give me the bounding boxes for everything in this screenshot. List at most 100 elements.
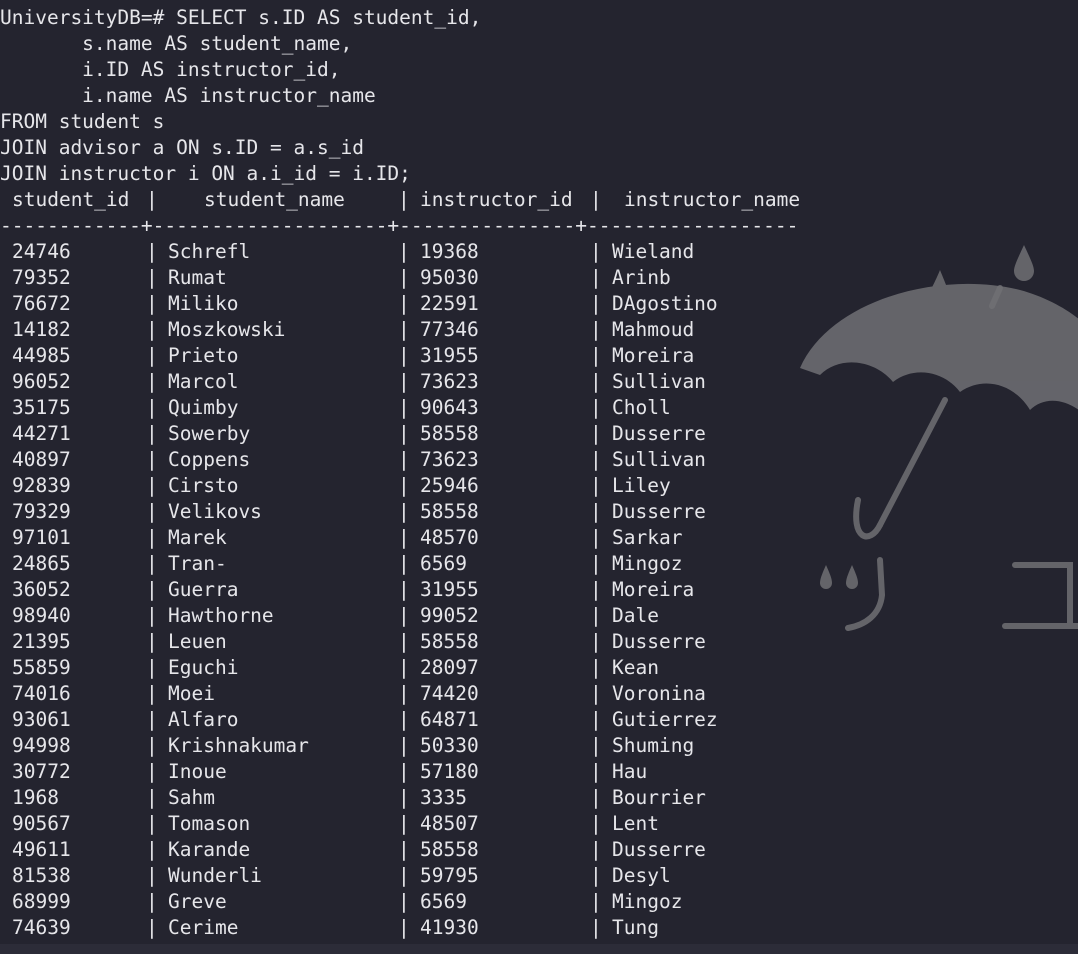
cell-student-id: 76672 — [12, 292, 71, 315]
cell-student-name: Coppens — [168, 448, 251, 471]
column-separator: | — [590, 396, 602, 419]
cell-instructor-id: 25946 — [420, 474, 479, 497]
column-separator: | — [398, 552, 410, 575]
cell-student-name: Quimby — [168, 396, 239, 419]
column-separator: | — [590, 630, 602, 653]
column-separator: | — [398, 864, 410, 887]
cell-instructor-id: 31955 — [420, 344, 479, 367]
cell-instructor-id: 50330 — [420, 734, 479, 757]
table-row: 44271 Sowerby 58558 Dusserre | | | — [0, 421, 1078, 447]
cell-student-id: 74016 — [12, 682, 71, 705]
cell-student-id: 90567 — [12, 812, 71, 835]
column-separator: | — [146, 760, 158, 783]
column-separator: | — [398, 448, 410, 471]
cell-instructor-name: Dale — [612, 604, 659, 627]
cell-instructor-id: 74420 — [420, 682, 479, 705]
query-line-4: i.name AS instructor_name — [0, 84, 376, 107]
cell-instructor-name: Choll — [612, 396, 671, 419]
cell-student-id: 97101 — [12, 526, 71, 549]
column-separator: | — [146, 838, 158, 861]
column-separator: | — [146, 526, 158, 549]
column-separator: | — [590, 734, 602, 757]
cell-instructor-name: Bourrier — [612, 786, 706, 809]
cell-instructor-name: Mahmoud — [612, 318, 695, 341]
cell-student-id: 94998 — [12, 734, 71, 757]
cell-student-name: Tran- — [168, 552, 227, 575]
column-separator: | — [146, 604, 158, 627]
cell-instructor-name: Dusserre — [612, 838, 706, 861]
cell-instructor-id: 99052 — [420, 604, 479, 627]
column-separator: | — [146, 630, 158, 653]
cell-student-name: Greve — [168, 890, 227, 913]
column-separator: | — [398, 240, 410, 263]
column-separator: | — [146, 682, 158, 705]
cell-instructor-name: Lent — [612, 812, 659, 835]
column-separator: | — [590, 240, 602, 263]
cell-instructor-id: 48570 — [420, 526, 479, 549]
cell-student-id: 40897 — [12, 448, 71, 471]
terminal-window[interactable]: UniversityDB=# SELECT s.ID AS student_id… — [0, 0, 1078, 954]
column-separator: | — [590, 708, 602, 731]
column-separator: | — [398, 604, 410, 627]
table-row: 24746 Schrefl 19368 Wieland | | | — [0, 239, 1078, 265]
cell-instructor-id: 22591 — [420, 292, 479, 315]
table-row: 36052 Guerra 31955 Moreira | | | — [0, 577, 1078, 603]
cell-student-id: 24865 — [12, 552, 71, 575]
column-separator: | — [146, 864, 158, 887]
column-separator: | — [398, 500, 410, 523]
cell-instructor-name: Mingoz — [612, 890, 683, 913]
column-separator: | — [146, 578, 158, 601]
table-row: 74639 Cerime 41930 Tung | | | — [0, 915, 1078, 941]
column-separator: | — [590, 890, 602, 913]
table-row: 44985 Prieto 31955 Moreira | | | — [0, 343, 1078, 369]
column-separator: | — [398, 838, 410, 861]
column-separator: | — [146, 292, 158, 315]
cell-instructor-id: 77346 — [420, 318, 479, 341]
table-row: 74016 Moei 74420 Voronina | | | — [0, 681, 1078, 707]
column-separator: | — [146, 552, 158, 575]
table-divider: ------------+--------------------+------… — [0, 214, 799, 237]
column-separator: | — [590, 526, 602, 549]
cell-instructor-id: 6569 — [420, 552, 467, 575]
column-separator: | — [398, 760, 410, 783]
cell-student-name: Karande — [168, 838, 251, 861]
cell-instructor-name: DAgostino — [612, 292, 718, 315]
cell-instructor-id: 3335 — [420, 786, 467, 809]
table-row: 30772 Inoue 57180 Hau | | | — [0, 759, 1078, 785]
column-separator: | — [398, 890, 410, 913]
column-separator: | — [146, 786, 158, 809]
table-row: 55859 Eguchi 28097 Kean | | | — [0, 655, 1078, 681]
table-row: 93061 Alfaro 64871 Gutierrez | | | — [0, 707, 1078, 733]
cell-instructor-id: 58558 — [420, 630, 479, 653]
column-separator: | — [590, 578, 602, 601]
column-separator: | — [590, 812, 602, 835]
table-row: 79352 Rumat 95030 Arinb | | | — [0, 265, 1078, 291]
cell-student-id: 36052 — [12, 578, 71, 601]
column-separator: | — [590, 786, 602, 809]
column-separator: | — [590, 474, 602, 497]
column-separator: | — [398, 708, 410, 731]
table-row: 35175 Quimby 90643 Choll | | | — [0, 395, 1078, 421]
cell-student-name: Marcol — [168, 370, 239, 393]
cell-student-name: Prieto — [168, 344, 239, 367]
column-separator: | — [398, 812, 410, 835]
cell-student-id: 93061 — [12, 708, 71, 731]
table-row: 76672 Miliko 22591 DAgostino | | | — [0, 291, 1078, 317]
cell-instructor-name: Arinb — [612, 266, 671, 289]
cell-student-name: Eguchi — [168, 656, 239, 679]
cell-student-id: 74639 — [12, 916, 71, 939]
column-separator: | — [590, 500, 602, 523]
table-row: 1968 Sahm 3335 Bourrier | | | — [0, 785, 1078, 811]
table-row: 92839 Cirsto 25946 Liley | | | — [0, 473, 1078, 499]
cell-student-id: 98940 — [12, 604, 71, 627]
query-line-6: JOIN advisor a ON s.ID = a.s_id — [0, 136, 364, 159]
column-separator: | — [146, 188, 158, 211]
cell-student-name: Cerime — [168, 916, 239, 939]
column-separator: | — [590, 656, 602, 679]
cell-student-name: Moszkowski — [168, 318, 286, 341]
cell-instructor-name: Mingoz — [612, 552, 683, 575]
table-row: 14182 Moszkowski 77346 Mahmoud | | | — [0, 317, 1078, 343]
table-row: 21395 Leuen 58558 Dusserre | | | — [0, 629, 1078, 655]
column-separator: | — [590, 760, 602, 783]
cell-instructor-name: Shuming — [612, 734, 695, 757]
